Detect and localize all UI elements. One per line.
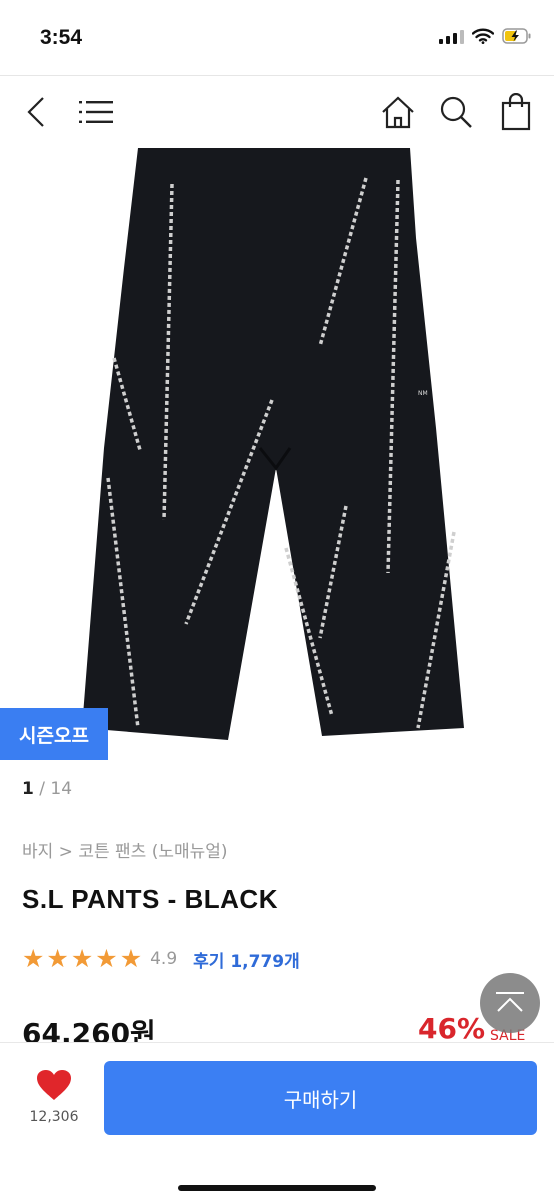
chevron-left-icon: [27, 97, 44, 127]
image-pager: 1 / 14: [22, 779, 72, 799]
back-button[interactable]: [14, 90, 58, 134]
cart-button[interactable]: [494, 90, 538, 134]
svg-text:NM: NM: [418, 390, 428, 397]
home-button[interactable]: [376, 90, 420, 134]
status-time: 3:54: [40, 26, 83, 49]
heart-icon: [37, 1070, 71, 1100]
buy-button[interactable]: 구매하기: [104, 1061, 537, 1135]
star-icon: ★: [95, 944, 118, 973]
search-icon: [440, 96, 472, 128]
search-button[interactable]: [434, 90, 478, 134]
home-icon: [382, 96, 414, 129]
discount-rate: 46%: [418, 1012, 486, 1042]
arrow-up-icon: [496, 992, 524, 1012]
season-off-badge: 시즌오프: [0, 708, 108, 760]
rating-row: ★ ★ ★ ★ ★ 4.9 후기 1,779개: [22, 945, 300, 973]
cellular-signal-icon: [439, 28, 464, 44]
star-icon: ★: [70, 944, 94, 973]
wifi-icon: [472, 28, 494, 44]
shopping-bag-icon: [501, 93, 531, 131]
pants-illustration: NM: [82, 148, 464, 740]
star-icon: ★: [22, 944, 45, 973]
status-icons: [439, 28, 532, 44]
home-indicator: [178, 1185, 376, 1191]
product-title: S.L PANTS - BLACK: [22, 884, 278, 914]
status-bar: 3:54: [0, 0, 554, 76]
breadcrumb[interactable]: 바지 > 코튼 팬츠 (노매뉴얼): [22, 837, 228, 862]
rating-value: 4.9: [150, 949, 178, 969]
menu-button[interactable]: [74, 90, 118, 134]
star-icon: ★: [46, 944, 69, 973]
star-icon: ★: [119, 944, 143, 973]
pager-total: / 14: [39, 779, 73, 799]
like-count: 12,306: [29, 1109, 79, 1125]
hamburger-menu-icon: [79, 101, 113, 123]
pager-current: 1: [22, 779, 34, 799]
nav-bar: [0, 76, 554, 148]
product-image[interactable]: NM: [0, 148, 554, 768]
battery-charging-icon: [502, 28, 532, 44]
rating-stars: ★ ★ ★ ★ ★: [22, 945, 142, 973]
like-button[interactable]: 12,306: [22, 1069, 86, 1139]
review-count-link[interactable]: 후기 1,779개: [193, 947, 300, 972]
scroll-to-top-button[interactable]: [480, 973, 540, 1033]
bottom-action-bar: 12,306 구매하기: [0, 1042, 554, 1200]
product-price: 64,260원: [22, 1017, 156, 1042]
